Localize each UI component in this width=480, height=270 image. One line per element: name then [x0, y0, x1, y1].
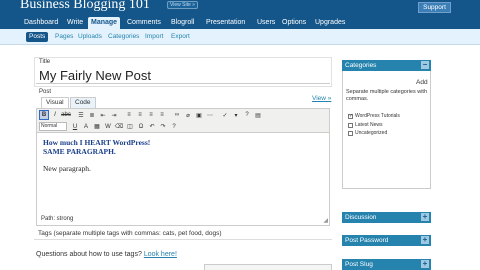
support-button[interactable]: Support [418, 2, 451, 13]
align-center-icon[interactable]: ≡ [135, 110, 145, 120]
nav-presentation[interactable]: Presentation [205, 17, 246, 28]
editor-toolbar: B I abc ☰ ≣ ⇤ ⇥ ≡ ≡ ≡ ≡ ∞ ⌀ ▣ ⋯ ✓ ▾ ? ▤ … [37, 109, 329, 133]
special-char-icon[interactable]: Ω [136, 122, 146, 132]
help-icon-2[interactable]: ? [169, 122, 179, 132]
text-color-icon[interactable]: A [81, 122, 91, 132]
image-icon[interactable]: ▣ [194, 110, 204, 120]
italic-icon[interactable]: I [50, 110, 60, 120]
tags-help-link[interactable]: Look here! [144, 251, 177, 258]
categories-help: Separate multiple categories with commas… [346, 89, 428, 102]
subnav-posts[interactable]: Posts [26, 32, 49, 42]
nav-blogroll[interactable]: Blogroll [170, 17, 195, 28]
admin-header: Business Blogging 101 View Site » Suppor… [0, 0, 480, 16]
category-label: Latest News [355, 122, 383, 128]
tab-code[interactable]: Code [70, 97, 96, 108]
align-left-icon[interactable]: ≡ [124, 110, 134, 120]
subnav-import[interactable]: Import [145, 32, 163, 42]
tags-label: Tags (separate multiple tags with commas… [38, 230, 222, 237]
align-justify-icon[interactable]: ≡ [157, 110, 167, 120]
subnav-uploads[interactable]: Uploads [78, 32, 102, 42]
resize-grip-icon[interactable]: ◢ [323, 217, 328, 224]
category-label: Uncategorized [355, 130, 388, 136]
main-nav: Dashboard Write Manage Comments Blogroll… [0, 16, 480, 29]
post-editor[interactable]: B I abc ☰ ≣ ⇤ ⇥ ≡ ≡ ≡ ≡ ∞ ⌀ ▣ ⋯ ✓ ▾ ? ▤ … [36, 108, 330, 226]
nav-comments[interactable]: Comments [126, 17, 162, 28]
post-slug-header[interactable]: Post Slug + [342, 259, 431, 270]
format-select[interactable]: Normal [39, 122, 67, 131]
categories-title: Categories [345, 62, 377, 69]
post-password-title: Post Password [345, 237, 389, 244]
align-right-icon[interactable]: ≡ [146, 110, 156, 120]
discussion-title: Discussion [345, 214, 377, 221]
tab-visual[interactable]: Visual [41, 97, 69, 108]
paste-text-icon[interactable]: ▦ [92, 122, 102, 132]
paste-word-icon[interactable]: W [103, 122, 113, 132]
unlink-icon[interactable]: ⌀ [183, 110, 193, 120]
nav-write[interactable]: Write [66, 17, 84, 28]
outdent-icon[interactable]: ⇤ [98, 110, 108, 120]
view-link[interactable]: View » [312, 95, 331, 102]
subnav-pages[interactable]: Pages [55, 32, 73, 42]
help-icon[interactable]: ? [242, 110, 252, 120]
toolbar-row-1: B I abc ☰ ≣ ⇤ ⇥ ≡ ≡ ≡ ≡ ∞ ⌀ ▣ ⋯ ✓ ▾ ? ▤ [39, 110, 263, 121]
view-site-link[interactable]: View Site » [167, 1, 198, 9]
collapse-icon[interactable]: − [421, 61, 429, 69]
category-label: WordPress Tutorials [355, 113, 400, 119]
redo-icon[interactable]: ↷ [158, 122, 168, 132]
toggle-toolbar-icon[interactable]: ▤ [253, 110, 263, 120]
checkbox-icon[interactable] [348, 130, 353, 136]
title-label: Title [39, 59, 51, 65]
discussion-header[interactable]: Discussion + [342, 212, 431, 223]
toolbar-row-2: Normal U A ▦ W ⌫ ◫ Ω ↶ ↷ ? [39, 121, 179, 132]
clear-format-icon[interactable]: ⌫ [114, 122, 124, 132]
tags-help: Questions about how to use tags? Look he… [36, 251, 177, 258]
tags-help-text: Questions about how to use tags? [36, 251, 142, 258]
blog-title[interactable]: Business Blogging 101 [20, 0, 150, 13]
more-icon[interactable]: ⋯ [205, 110, 215, 120]
bold-icon[interactable]: B [39, 110, 49, 120]
checkbox-icon[interactable] [348, 122, 353, 128]
checkbox-checked-icon[interactable]: ✓ [348, 113, 353, 119]
post-label: Post [39, 89, 52, 95]
nav-upgrades[interactable]: Upgrades [314, 17, 346, 28]
expand-icon[interactable]: + [421, 213, 429, 221]
category-item[interactable]: Latest News [348, 122, 383, 128]
subnav-categories[interactable]: Categories [108, 32, 139, 42]
media-icon[interactable]: ◫ [125, 122, 135, 132]
title-input[interactable]: My Fairly New Post [36, 67, 330, 84]
editor-body[interactable]: How much I HEART WordPress! SAME PARAGRA… [43, 138, 323, 173]
post-slug-title: Post Slug [345, 261, 373, 268]
nav-dashboard[interactable]: Dashboard [23, 17, 59, 28]
add-category-link[interactable]: Add [416, 79, 428, 86]
underline-icon[interactable]: U [70, 122, 80, 132]
post-password-header[interactable]: Post Password + [342, 235, 431, 246]
category-item[interactable]: ✓ WordPress Tutorials [348, 113, 400, 119]
strikethrough-icon[interactable]: abc [61, 110, 71, 120]
editor-path: Path: strong [41, 216, 74, 222]
nav-manage[interactable]: Manage [88, 17, 121, 29]
body-line-1: How much I HEART WordPress! [43, 138, 151, 147]
expand-icon[interactable]: + [421, 260, 429, 268]
indent-icon[interactable]: ⇥ [109, 110, 119, 120]
chevron-down-icon[interactable]: ▾ [231, 110, 241, 120]
nav-users[interactable]: Users [256, 17, 276, 28]
tags-input[interactable] [34, 239, 332, 240]
link-icon[interactable]: ∞ [172, 110, 182, 120]
category-item[interactable]: Uncategorized [348, 130, 387, 136]
undo-icon[interactable]: ↶ [147, 122, 157, 132]
categories-header[interactable]: Categories − [342, 60, 431, 71]
sub-nav: Posts Pages Uploads Categories Import Ex… [0, 29, 480, 45]
spellcheck-icon[interactable]: ✓ [220, 110, 230, 120]
numbered-list-icon[interactable]: ≣ [87, 110, 97, 120]
subnav-export[interactable]: Export [171, 32, 190, 42]
body-line-2: SAME PARAGRAPH. [43, 147, 116, 156]
nav-options[interactable]: Options [281, 17, 307, 28]
bottom-panel [204, 264, 332, 270]
body-paragraph: New paragraph. [43, 164, 91, 173]
expand-icon[interactable]: + [421, 236, 429, 244]
bullet-list-icon[interactable]: ☰ [76, 110, 86, 120]
